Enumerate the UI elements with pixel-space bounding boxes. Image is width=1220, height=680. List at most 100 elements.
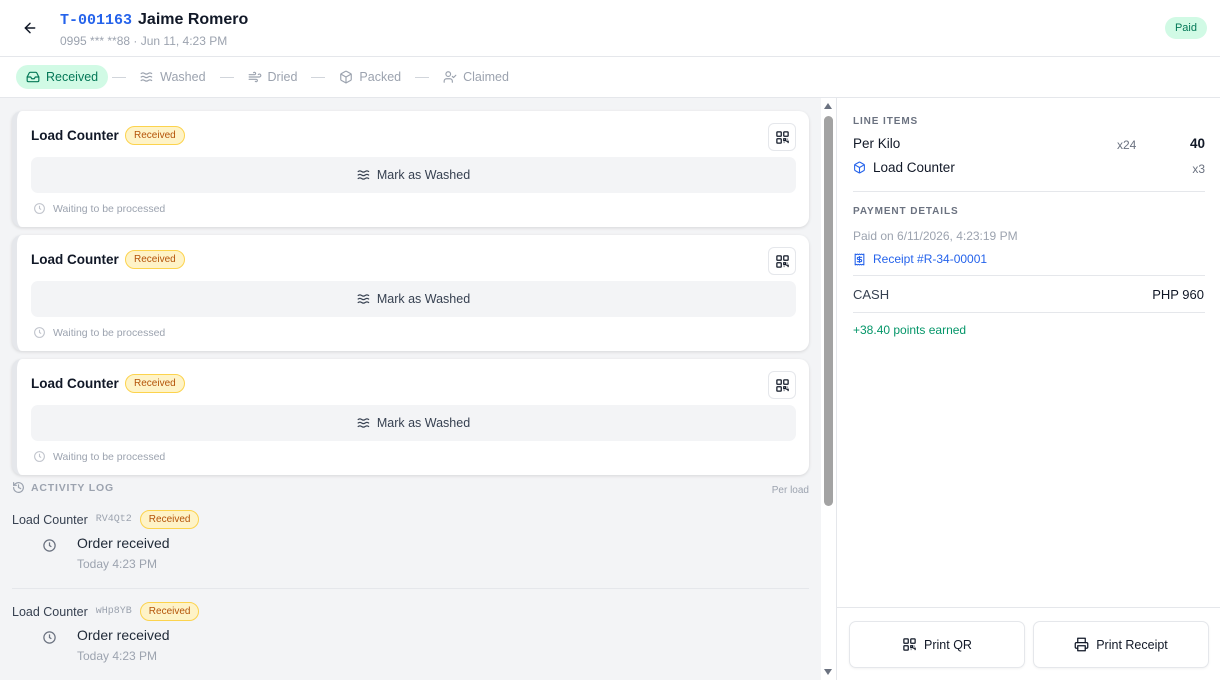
stage-separator xyxy=(311,76,326,78)
entry-status-badge: Received xyxy=(139,602,200,621)
stage-label: Washed xyxy=(160,70,206,84)
load-qr-button[interactable] xyxy=(768,123,796,151)
stage-label: Packed xyxy=(359,70,402,84)
stage-label: Claimed xyxy=(463,70,509,84)
entry-load-code: RV4Qt2 xyxy=(95,514,132,525)
payment-status-badge: Paid xyxy=(1164,17,1207,39)
mark-as-washed-button[interactable]: Mark as Washed xyxy=(31,281,796,317)
order-title: T-001163 Jaime Romero xyxy=(60,11,248,29)
stage-dried[interactable]: Dried xyxy=(238,65,308,89)
button-label: Print Receipt xyxy=(1096,637,1168,652)
line-item-qty: x24 xyxy=(1117,138,1137,152)
user-check-icon xyxy=(443,71,457,83)
payment-method: CASH xyxy=(853,287,890,302)
clock-icon xyxy=(34,203,45,214)
package-icon xyxy=(340,70,353,84)
activity-log-header: ACTIVITY LOG Per load xyxy=(12,481,809,499)
line-item: Per Kilo x24 40 xyxy=(853,136,1205,156)
entry-divider xyxy=(12,588,809,589)
loads-panel: Load Counter Received Mark as Washed Wai… xyxy=(0,98,821,680)
scroll-down-arrow[interactable] xyxy=(824,669,832,675)
stage-washed[interactable]: Washed xyxy=(130,65,215,89)
line-items-title: LINE ITEMS xyxy=(853,116,919,127)
qr-code-icon xyxy=(775,254,789,268)
print-qr-button[interactable]: Print QR xyxy=(849,621,1025,668)
wind-icon xyxy=(248,71,261,83)
entry-load-name: Load Counter xyxy=(12,512,88,527)
line-item-label: Load Counter xyxy=(873,160,955,175)
line-item: Load Counter x3 xyxy=(853,160,1205,180)
line-item-name: Per Kilo xyxy=(853,136,900,151)
load-card: Load Counter Received Mark as Washed Wai… xyxy=(12,235,809,351)
line-item-name: Load Counter xyxy=(853,160,955,175)
stage-stepper: Received Washed Dried Packed Claimed xyxy=(0,57,1220,98)
print-receipt-button[interactable]: Print Receipt xyxy=(1033,621,1209,668)
points-earned: +38.40 points earned xyxy=(853,323,967,337)
scroll-up-arrow[interactable] xyxy=(824,103,832,109)
scroll-thumb[interactable] xyxy=(824,116,833,506)
event-text: Order received xyxy=(77,627,170,643)
arrow-left-icon xyxy=(24,22,36,34)
entry-load-name: Load Counter xyxy=(12,604,88,619)
payment-amount: PHP 960 xyxy=(1152,287,1204,302)
event-body: Order received Today 4:23 PM xyxy=(77,627,170,663)
qr-code-icon xyxy=(775,130,789,144)
clock-icon xyxy=(34,451,45,462)
activity-log-label: ACTIVITY LOG xyxy=(31,481,114,494)
order-subtitle: 0995 *** **88 · Jun 11, 4:23 PM xyxy=(60,34,228,48)
stage-separator xyxy=(112,76,127,78)
activity-log-mode: Per load xyxy=(771,485,809,496)
load-title: Load Counter xyxy=(31,252,119,267)
load-status-badge: Received xyxy=(125,250,185,269)
loads-scrollbar[interactable] xyxy=(821,98,836,680)
receipt-icon xyxy=(854,253,865,265)
stage-packed[interactable]: Packed xyxy=(329,65,411,89)
button-label: Mark as Washed xyxy=(376,416,471,430)
load-qr-button[interactable] xyxy=(768,247,796,275)
entry-event: Order received Today 4:23 PM xyxy=(42,627,170,663)
load-status-text: Waiting to be processed xyxy=(33,450,165,463)
paid-on-text: Paid on 6/11/2026, 4:23:19 PM xyxy=(853,229,1018,243)
event-time: Today 4:23 PM xyxy=(77,557,158,571)
button-label: Mark as Washed xyxy=(376,168,471,182)
load-status-text: Waiting to be processed xyxy=(33,326,165,339)
mark-as-washed-button[interactable]: Mark as Washed xyxy=(31,157,796,193)
section-divider xyxy=(853,275,1205,276)
waves-icon xyxy=(357,418,370,428)
waiting-label: Waiting to be processed xyxy=(53,450,166,463)
line-item-amount: 40 xyxy=(1189,136,1205,151)
mark-as-washed-button[interactable]: Mark as Washed xyxy=(31,405,796,441)
entry-event: Order received Today 4:23 PM xyxy=(42,535,170,571)
payment-details-title: PAYMENT DETAILS xyxy=(853,206,959,217)
receipt-label: Receipt #R-34-00001 xyxy=(873,252,988,266)
load-status-badge: Received xyxy=(125,126,185,145)
waves-icon xyxy=(357,294,370,304)
clock-icon xyxy=(34,327,45,338)
ticket-id: T-001163 xyxy=(60,12,133,29)
stage-claimed[interactable]: Claimed xyxy=(433,65,519,89)
event-body: Order received Today 4:23 PM xyxy=(77,535,170,571)
back-button[interactable] xyxy=(18,16,42,40)
entry-load-code: wHp8YB xyxy=(95,606,132,617)
load-title: Load Counter xyxy=(31,376,119,391)
stage-received[interactable]: Received xyxy=(16,65,109,89)
stage-label: Received xyxy=(46,70,99,84)
customer-name: Jaime Romero xyxy=(138,11,249,28)
waiting-label: Waiting to be processed xyxy=(53,202,166,215)
event-time: Today 4:23 PM xyxy=(77,649,158,663)
button-label: Print QR xyxy=(924,637,972,652)
stage-separator xyxy=(415,76,430,78)
waiting-label: Waiting to be processed xyxy=(53,326,166,339)
stage-separator xyxy=(219,76,234,78)
inbox-icon xyxy=(26,71,40,83)
event-text: Order received xyxy=(77,535,170,551)
load-qr-button[interactable] xyxy=(768,371,796,399)
load-status-text: Waiting to be processed xyxy=(33,202,165,215)
waves-icon xyxy=(140,72,153,82)
receipt-link[interactable]: Receipt #R-34-00001 xyxy=(853,252,987,266)
load-title: Load Counter xyxy=(31,128,119,143)
entry-status-badge: Received xyxy=(139,510,200,529)
qr-code-icon xyxy=(903,638,916,651)
activity-log-title: ACTIVITY LOG xyxy=(12,481,114,494)
history-icon xyxy=(13,482,24,493)
